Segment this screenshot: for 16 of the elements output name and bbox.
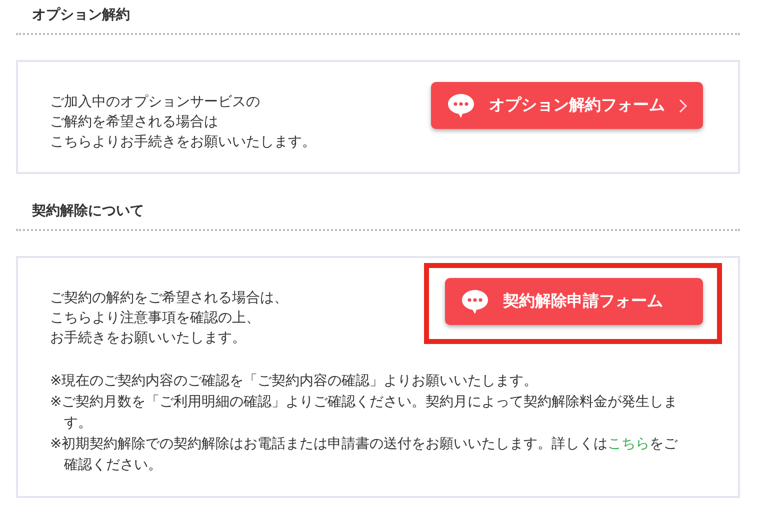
section-heading: 契約解除について: [31, 202, 145, 221]
here-link[interactable]: こちら: [608, 436, 650, 452]
note-text: ※現在のご契約内容のご確認を「ご契約内容の確認」よりお願いいたします。: [50, 372, 539, 391]
note-text: ※初期契約解除での契約解除はお電話または申請書の送付をお願いいたします。詳しくはこちら をご確認ください。: [50, 435, 679, 475]
description-text: ご解約を希望される場合は: [50, 113, 219, 132]
description-text: こちらより注意事項を確認の上、: [50, 309, 261, 328]
form-button[interactable]: オプション解約フォーム: [431, 82, 703, 129]
description-text: ご契約の解約をご希望される場合は、: [50, 289, 288, 308]
section-heading: オプション解約: [31, 6, 131, 25]
chat-bubble-icon: [461, 288, 489, 314]
note-text: ※ご契約月数を「ご利用明細の確認」よりご確認ください。契約月によって契約解除料金が発生します。: [50, 393, 679, 433]
chat-bubble-icon: [447, 92, 475, 118]
description-text: ご加入中のオプションサービスの: [50, 93, 261, 112]
form-button[interactable]: 契約解除申請フォーム: [445, 278, 703, 325]
description-text: お手続きをお願いいたします。: [50, 329, 247, 348]
description-text: こちらよりお手続きをお願いいたします。: [50, 133, 316, 152]
